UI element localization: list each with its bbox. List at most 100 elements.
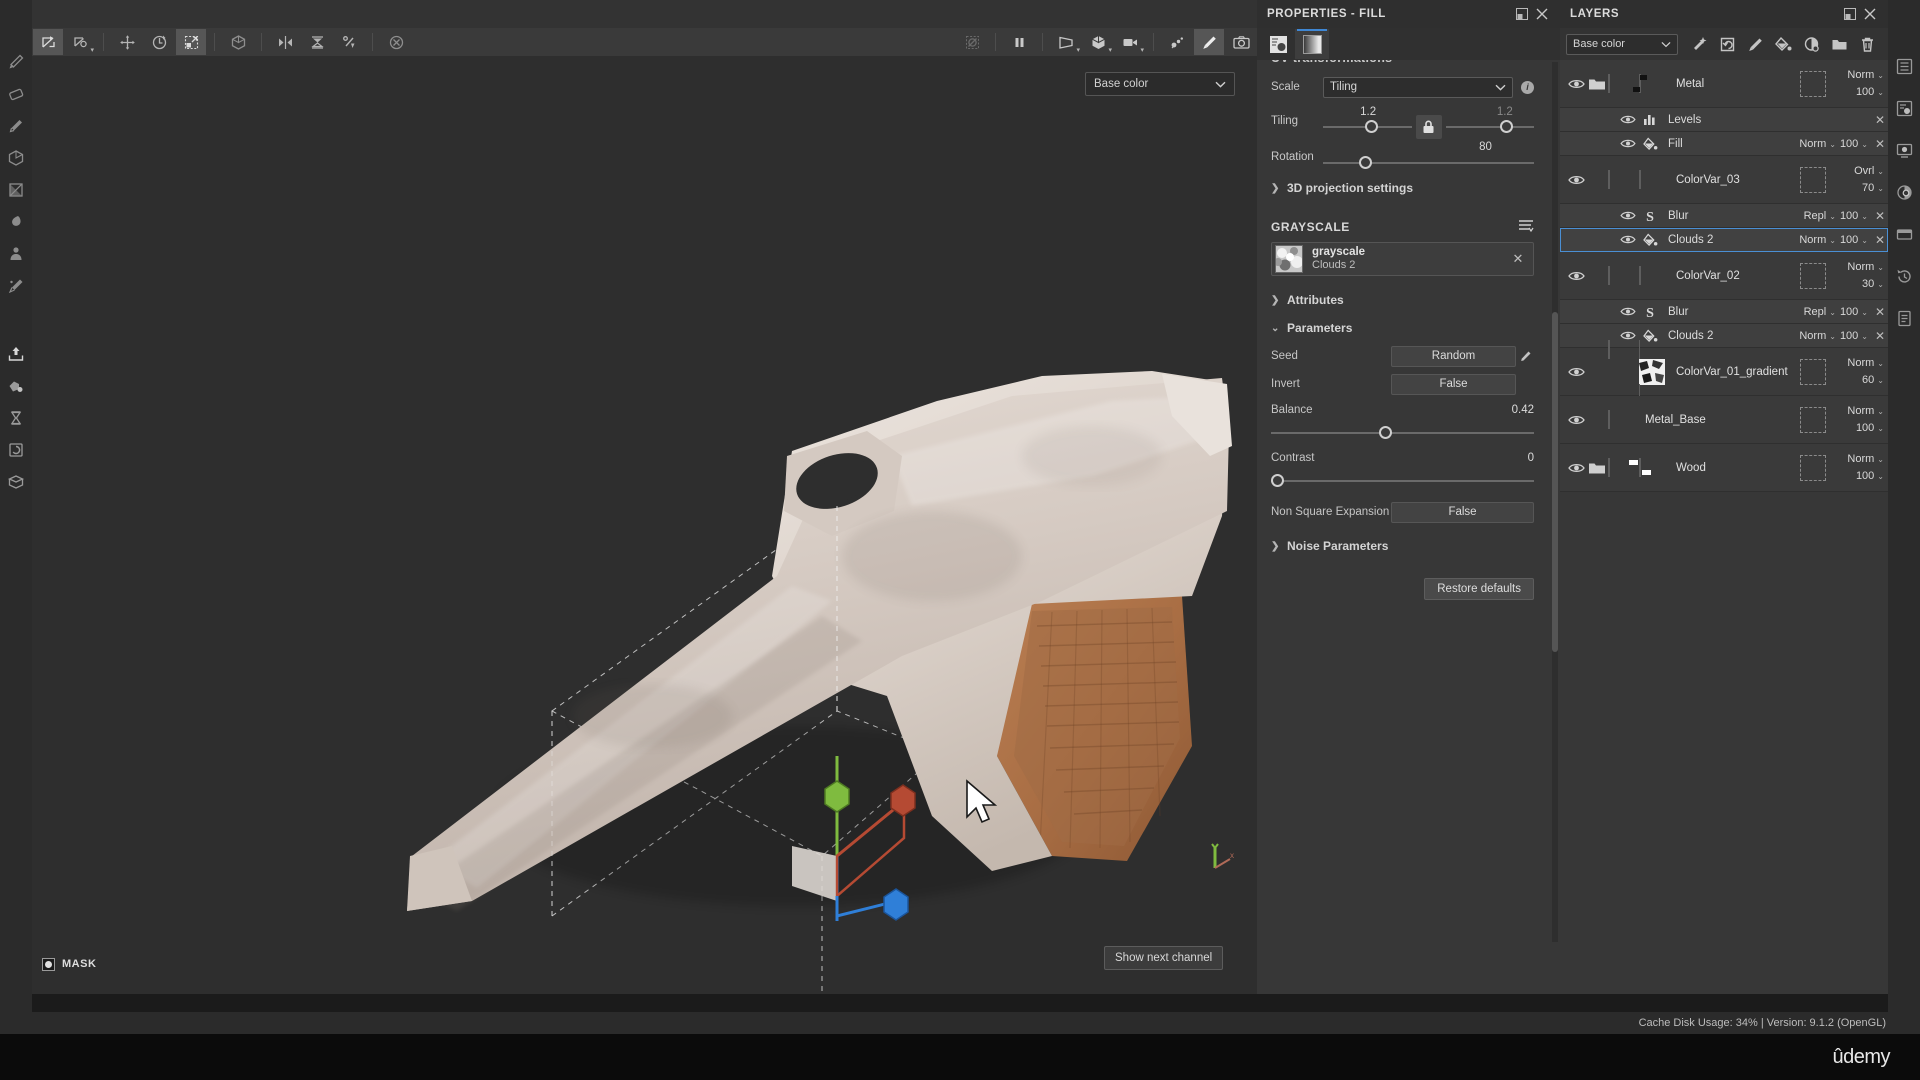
- properties-scrollbar[interactable]: [1552, 62, 1558, 942]
- visibility-toggle-icon[interactable]: [1618, 306, 1638, 317]
- tab-grayscale[interactable]: [1295, 29, 1329, 59]
- paint-tool-button[interactable]: [1194, 29, 1224, 55]
- layer-mask-slot[interactable]: [1800, 406, 1826, 433]
- effect-blend-mode[interactable]: Repl ⌄: [1804, 306, 1836, 318]
- add-effect-icon[interactable]: [1686, 32, 1712, 56]
- effect-blend-mode[interactable]: Repl ⌄: [1804, 210, 1836, 222]
- channel-selector[interactable]: Base color: [1085, 72, 1235, 96]
- symmetry-tool-button[interactable]: [302, 29, 332, 55]
- info-icon[interactable]: i: [1521, 80, 1534, 94]
- transform-tool-button[interactable]: [33, 29, 63, 55]
- tiling-lock-button[interactable]: [1415, 115, 1442, 139]
- table-row[interactable]: Metal_Base Norm ⌄ 100 ⌄: [1560, 396, 1888, 444]
- particles-tool-button[interactable]: [1162, 29, 1192, 55]
- layer-mask-slot[interactable]: [1800, 70, 1826, 97]
- shader-settings-icon[interactable]: [1890, 178, 1918, 206]
- properties-scroll-thumb[interactable]: [1552, 312, 1558, 652]
- effect-opacity[interactable]: 100 ⌄: [1840, 138, 1868, 150]
- layer-blend-opacity[interactable]: Norm ⌄ 30 ⌄: [1832, 259, 1888, 292]
- mirror-tool-button[interactable]: [270, 29, 300, 55]
- rotate-tool-button[interactable]: [144, 29, 174, 55]
- bake-icon[interactable]: [2, 372, 30, 400]
- properties-icon[interactable]: [1890, 94, 1918, 122]
- effect-blend-mode[interactable]: Norm ⌄: [1799, 234, 1836, 246]
- layer-thumbnails[interactable]: [1608, 409, 1636, 429]
- geometry-fill-icon[interactable]: [2, 144, 30, 172]
- invert-button[interactable]: False: [1391, 373, 1516, 395]
- texture-set-icon[interactable]: [2, 436, 30, 464]
- grayscale-menu-icon[interactable]: [1518, 219, 1534, 236]
- delete-layer-icon[interactable]: [1854, 32, 1880, 56]
- table-row[interactable]: S Blur Repl ⌄ 100 ⌄ ✕: [1560, 204, 1888, 228]
- contrast-knob[interactable]: [1271, 474, 1284, 487]
- layer-opacity[interactable]: 100 ⌄: [1832, 84, 1884, 101]
- layer-opacity[interactable]: 60 ⌄: [1832, 372, 1884, 389]
- table-row[interactable]: Wood Norm ⌄ 100 ⌄: [1560, 444, 1888, 492]
- layer-thumbnails[interactable]: [1608, 73, 1667, 93]
- layer-blend-mode[interactable]: Norm ⌄: [1832, 259, 1884, 276]
- smudge-icon[interactable]: [2, 208, 30, 236]
- log-icon[interactable]: [1890, 304, 1918, 332]
- add-mask-icon[interactable]: [1798, 32, 1824, 56]
- layer-mask-slot[interactable]: [1800, 166, 1826, 193]
- table-row[interactable]: Metal Norm ⌄ 100 ⌄: [1560, 60, 1888, 108]
- visibility-toggle-icon[interactable]: [1566, 366, 1586, 378]
- float-panel-icon[interactable]: [1512, 4, 1532, 24]
- layer-blend-opacity[interactable]: Norm ⌄ 100 ⌄: [1832, 451, 1888, 484]
- effect-opacity[interactable]: 100 ⌄: [1840, 234, 1868, 246]
- tiling-u-slider[interactable]: 1.2: [1323, 102, 1412, 140]
- float-panel-icon[interactable]: [1840, 4, 1860, 24]
- history-icon[interactable]: [1890, 262, 1918, 290]
- rotation-knob[interactable]: [1358, 156, 1372, 169]
- folder-icon[interactable]: [1586, 77, 1608, 91]
- remove-effect-icon[interactable]: ✕: [1872, 137, 1888, 151]
- layer-mask-slot[interactable]: [1800, 358, 1826, 385]
- export-icon[interactable]: [2, 340, 30, 368]
- add-generator-icon[interactable]: [1714, 32, 1740, 56]
- 3d-projection-settings-toggle[interactable]: ❯ 3D projection settings: [1271, 174, 1534, 202]
- effect-blend-mode[interactable]: Norm ⌄: [1799, 330, 1836, 342]
- folder-icon[interactable]: [1586, 461, 1608, 475]
- axis-orientation-gizmo[interactable]: x: [1197, 836, 1237, 876]
- visibility-toggle-icon[interactable]: [1618, 138, 1638, 149]
- shelf-list-icon[interactable]: [1890, 52, 1918, 80]
- clone-icon[interactable]: [2, 240, 30, 268]
- scale-tool-button[interactable]: [176, 29, 206, 55]
- table-row[interactable]: ColorVar_03 Ovrl ⌄ 70 ⌄: [1560, 156, 1888, 204]
- seed-button[interactable]: Random: [1391, 345, 1516, 367]
- flip-tool-button[interactable]: [334, 29, 364, 55]
- material-picker-icon[interactable]: [2, 272, 30, 300]
- non-square-expansion-button[interactable]: False: [1391, 501, 1534, 523]
- table-row[interactable]: Fill Norm ⌄ 100 ⌄ ✕: [1560, 132, 1888, 156]
- pencil-icon[interactable]: [1516, 350, 1534, 363]
- remove-effect-icon[interactable]: ✕: [1872, 329, 1888, 343]
- layer-blend-opacity[interactable]: Norm ⌄ 100 ⌄: [1832, 67, 1888, 100]
- effect-opacity[interactable]: 100 ⌄: [1840, 210, 1868, 222]
- effect-opacity[interactable]: 100 ⌄: [1840, 306, 1868, 318]
- visibility-toggle-icon[interactable]: [1566, 270, 1586, 282]
- remove-grayscale-icon[interactable]: ✕: [1509, 251, 1527, 267]
- rotation-slider[interactable]: 80: [1323, 140, 1534, 174]
- table-row[interactable]: Clouds 2 Norm ⌄ 100 ⌄ ✕: [1560, 228, 1888, 252]
- layer-blend-mode[interactable]: Norm ⌄: [1832, 403, 1884, 420]
- tiling-u-knob[interactable]: [1365, 120, 1379, 133]
- toggle-mask-display-button[interactable]: [957, 29, 987, 55]
- transform-settings-button[interactable]: ▾: [65, 29, 95, 55]
- eraser-icon[interactable]: [2, 80, 30, 108]
- layer-opacity[interactable]: 30 ⌄: [1832, 276, 1884, 293]
- visibility-toggle-icon[interactable]: [1566, 462, 1586, 474]
- contrast-slider[interactable]: [1271, 472, 1534, 490]
- effect-opacity[interactable]: 100 ⌄: [1840, 330, 1868, 342]
- parameters-toggle[interactable]: ⌄ Parameters: [1271, 314, 1534, 342]
- camera-view-button[interactable]: ▾: [1051, 29, 1081, 55]
- tab-material[interactable]: [1261, 29, 1295, 59]
- close-icon[interactable]: [1532, 4, 1552, 24]
- layer-blend-mode[interactable]: Norm ⌄: [1832, 67, 1884, 84]
- reset-tool-button[interactable]: [381, 29, 411, 55]
- layer-blend-mode[interactable]: Norm ⌄: [1832, 451, 1884, 468]
- remove-effect-icon[interactable]: ✕: [1872, 113, 1888, 127]
- layer-mask-slot[interactable]: [1800, 262, 1826, 289]
- remove-effect-icon[interactable]: ✕: [1872, 305, 1888, 319]
- visibility-toggle-icon[interactable]: [1566, 414, 1586, 426]
- visibility-toggle-icon[interactable]: [1618, 234, 1638, 245]
